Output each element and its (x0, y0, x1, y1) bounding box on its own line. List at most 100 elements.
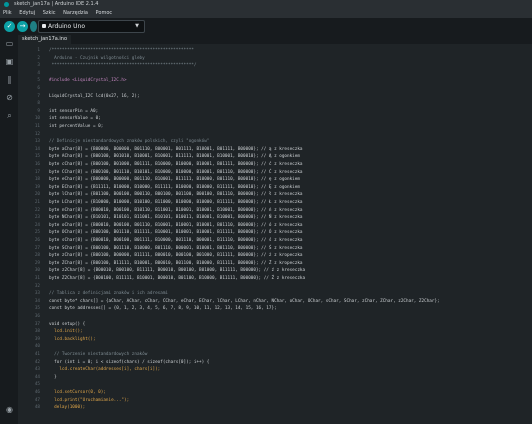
code-line[interactable]: 32 (18, 283, 532, 291)
code-line[interactable]: 34 const byte* chars[] = {aChar, AChar, c… (18, 298, 532, 306)
line-number: 16 (34, 162, 40, 167)
menu-edytuj[interactable]: Edytuj (19, 10, 35, 16)
code-line[interactable]: 8 (18, 100, 532, 108)
line-number: 36 (34, 314, 40, 319)
code-line[interactable]: 19 byte EChar[8] = {B11111, B10000, B1000… (18, 184, 532, 192)
line-number: 9 (37, 108, 40, 114)
code-line[interactable]: 23 byte NChar[8] = {B10101, B10101, B1100… (18, 214, 532, 222)
line-number: 3 (37, 63, 40, 69)
code-line[interactable]: 35 const byte addresses[] = {0, 1, 2, 3, … (18, 305, 532, 313)
code-line[interactable]: 2 Arduino - Czujnik wilgotności gleby (18, 55, 532, 63)
code-line[interactable]: 4 (18, 70, 532, 78)
code-line[interactable]: 17 byte CChar[8] = {B00100, B01110, B1010… (18, 169, 532, 177)
line-number: 22 (34, 207, 40, 213)
check-icon: ✓ (6, 22, 13, 30)
code-text: lcd.init(); (49, 329, 83, 335)
board-manager-icon[interactable]: ▣ (5, 57, 14, 66)
code-line[interactable]: 9 int sensorPin = A0; (18, 108, 532, 116)
code-line[interactable]: 22 byte nChar[8] = {B00010, B00100, B1011… (18, 207, 532, 215)
menu-plik[interactable]: Plik (3, 10, 12, 16)
code-line[interactable]: 47 lcd.print("Uruchamianie..."); (18, 397, 532, 405)
line-number: 46 (34, 390, 40, 395)
code-line[interactable]: 37 void setup() { (18, 321, 532, 329)
code-line[interactable]: 24 byte oChar[8] = {B00010, B00100, B0111… (18, 222, 532, 230)
code-text: // Definicje niestandardowych znaków pol… (49, 139, 210, 145)
line-number: 27 (34, 245, 40, 251)
line-number: 15 (34, 154, 40, 160)
code-line[interactable]: 46 lcd.setCursor(0, 0); (18, 389, 532, 397)
code-editor[interactable]: 1 /**************************************… (18, 44, 532, 424)
line-number: 23 (34, 215, 40, 221)
upload-button[interactable]: → (17, 21, 28, 32)
account-icon[interactable]: ◉ (5, 405, 14, 414)
code-line[interactable]: 36 (18, 313, 532, 321)
code-line[interactable]: 10 int sensorValue = 0; (18, 115, 532, 123)
code-line[interactable]: 44 } (18, 374, 532, 382)
line-number: 18 (34, 177, 40, 183)
code-line[interactable]: 27 byte SChar[8] = {B00100, B01110, B1000… (18, 245, 532, 253)
code-line[interactable]: 42 for (int i = 0; i < sizeof(chars) / s… (18, 359, 532, 367)
line-number: 44 (34, 374, 40, 380)
code-text: byte lChar[8] = {B01100, B00100, B00110,… (49, 192, 303, 198)
code-text: lcd.setCursor(0, 0); (49, 390, 106, 395)
board-selector[interactable]: Arduino Uno ▼ (38, 20, 145, 33)
line-number: 4 (37, 70, 40, 76)
verify-button[interactable]: ✓ (4, 21, 15, 32)
line-number: 14 (34, 146, 40, 152)
code-line[interactable]: 30 byte z2Char[8] = {B00010, B00100, B111… (18, 267, 532, 275)
code-text: delay(1000); (49, 405, 86, 411)
code-line[interactable]: 13 // Definicje niestandardowych znaków p… (18, 138, 532, 146)
code-line[interactable]: 43 lcd.createChar(addresses[i], chars[i]… (18, 366, 532, 374)
debug-icon[interactable]: ⊘ (5, 93, 14, 102)
code-line[interactable]: 15 byte AChar[8] = {B00100, B01010, B1000… (18, 153, 532, 161)
board-label: Arduino Uno (48, 23, 85, 30)
code-line[interactable]: 21 byte LChar[8] = {B10000, B10000, B1010… (18, 199, 532, 207)
menu-pomoc[interactable]: Pomoc (96, 10, 113, 16)
line-number: 7 (37, 93, 40, 99)
usb-icon (42, 24, 46, 28)
code-line[interactable]: 6 (18, 85, 532, 93)
tab-sketch[interactable]: sketch_jan17a.ino (18, 35, 72, 44)
code-line[interactable]: 40 (18, 343, 532, 351)
code-line[interactable]: 26 byte sChar[8] = {B00010, B00100, B0111… (18, 237, 532, 245)
code-line[interactable]: 31 byte Z2Char[8] = {B00100, B11111, B100… (18, 275, 532, 283)
code-line[interactable]: 5 #include <LiquidCrystal_I2C.h> (18, 77, 532, 85)
code-text: void setup() { (49, 321, 86, 327)
line-number: 45 (34, 382, 40, 388)
library-manager-icon[interactable]: ‖ (5, 75, 14, 84)
code-line[interactable]: 7 LiquidCrystal_I2C lcd(0x27, 16, 2); (18, 93, 532, 101)
folder-icon[interactable]: ▭ (5, 39, 14, 48)
code-text: int sensorPin = A0; (49, 108, 99, 114)
code-line[interactable]: 39 lcd.backlight(); (18, 336, 532, 344)
menu-szkic[interactable]: Szkic (43, 10, 56, 16)
line-number: 37 (34, 321, 40, 327)
code-line[interactable]: 12 (18, 131, 532, 139)
code-text: byte sChar[8] = {B00010, B00100, B01111,… (49, 238, 303, 243)
line-number: 12 (34, 131, 40, 137)
code-line[interactable]: 45 (18, 381, 532, 389)
search-icon[interactable]: ⌕ (5, 111, 14, 120)
code-line[interactable]: 28 byte zChar[8] = {B00100, B00000, B1111… (18, 252, 532, 260)
line-number: 10 (34, 116, 40, 122)
line-number: 41 (34, 352, 40, 357)
code-text: byte AChar[8] = {B00100, B01010, B10001,… (49, 154, 300, 160)
code-line[interactable]: 3 **************************************… (18, 62, 532, 70)
code-line[interactable]: 18 byte eChar[8] = {B00000, B00000, B0111… (18, 176, 532, 184)
line-number: 24 (34, 222, 40, 228)
code-line[interactable]: 48 delay(1000); (18, 404, 532, 412)
code-line[interactable]: 25 byte OChar[8] = {B00100, B01110, B1111… (18, 229, 532, 237)
code-line[interactable]: 20 byte lChar[8] = {B01100, B00100, B0011… (18, 191, 532, 199)
line-number: 19 (34, 184, 40, 190)
code-line[interactable]: 38 lcd.init(); (18, 328, 532, 336)
code-line[interactable]: 1 /**************************************… (18, 47, 532, 55)
code-line[interactable]: 33 // Tablica z definicjami znaków i ich … (18, 290, 532, 298)
code-line[interactable]: 16 byte cChar[8] = {B00100, B01000, B0111… (18, 161, 532, 169)
debug-button[interactable] (30, 21, 37, 32)
code-line[interactable]: 11 int percentValue = 0; (18, 123, 532, 131)
menu-narzedzia[interactable]: Narzędzia (63, 10, 88, 16)
code-line[interactable]: 41 // Tworzenie niestandardowych znaków (18, 351, 532, 359)
code-line[interactable]: 29 byte ZChar[8] = {B00100, B11111, B1000… (18, 260, 532, 268)
code-line[interactable]: 14 byte aChar[8] = {B00000, B00000, B0111… (18, 146, 532, 154)
code-text: byte LChar[8] = {B10000, B10000, B10100,… (49, 200, 303, 205)
code-text: // Tablica z definicjami znaków i ich ad… (49, 291, 168, 297)
